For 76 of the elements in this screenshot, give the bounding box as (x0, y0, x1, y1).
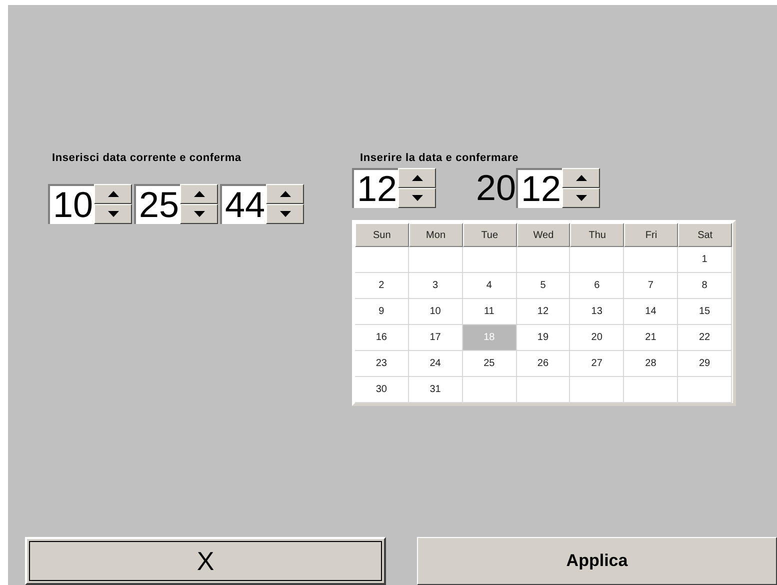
day-cell[interactable]: 1 (678, 247, 732, 273)
day-cell[interactable]: 15 (678, 299, 732, 325)
day-cell[interactable]: 24 (408, 351, 463, 377)
weekday-header: Mon (408, 223, 463, 247)
empty-day-cell (355, 247, 409, 273)
day-cell[interactable]: 9 (355, 299, 409, 325)
up-arrow-icon (412, 175, 422, 181)
down-arrow-icon (194, 211, 204, 217)
weekday-header: Thu (570, 223, 624, 247)
empty-day-cell (624, 247, 678, 273)
cancel-button[interactable]: X (25, 537, 386, 585)
down-arrow-icon (280, 211, 290, 217)
day-cell[interactable]: 2 (355, 273, 409, 299)
day-cell[interactable]: 7 (624, 273, 678, 299)
apply-button[interactable]: Applica (417, 537, 777, 585)
day-cell[interactable]: 29 (678, 351, 732, 377)
empty-day-cell (462, 247, 517, 273)
day-cell[interactable]: 5 (516, 273, 570, 299)
date-label: Inserire la data e confermare (360, 151, 520, 165)
up-arrow-icon (194, 191, 204, 197)
number-field[interactable]: 10 (48, 184, 94, 224)
day-cell[interactable]: 8 (678, 273, 732, 299)
weekday-header: Tue (462, 223, 517, 247)
weekday-header: Wed (516, 223, 570, 247)
year-field[interactable]: 12 (516, 168, 562, 208)
empty-day-cell (570, 247, 624, 273)
day-cell[interactable]: 25 (462, 351, 517, 377)
day-cell[interactable]: 20 (570, 325, 624, 351)
number-field[interactable]: 44 (220, 184, 266, 224)
day-cell[interactable]: 21 (624, 325, 678, 351)
spin-up-button[interactable] (562, 168, 600, 188)
empty-day-cell (624, 377, 678, 403)
month-field[interactable]: 12 (352, 168, 398, 208)
weekday-header: Sun (355, 223, 409, 247)
empty-day-cell (516, 247, 570, 273)
day-cell[interactable]: 3 (408, 273, 463, 299)
spin-up-button[interactable] (94, 184, 132, 204)
spin-down-button[interactable] (266, 204, 304, 224)
empty-day-cell (570, 377, 624, 403)
number-field[interactable]: 25 (134, 184, 180, 224)
empty-day-cell (516, 377, 570, 403)
day-cell[interactable]: 12 (516, 299, 570, 325)
down-arrow-icon (108, 211, 118, 217)
day-cell[interactable]: 23 (355, 351, 409, 377)
day-cell[interactable]: 10 (408, 299, 463, 325)
spin-up-button[interactable] (398, 168, 436, 188)
up-arrow-icon (108, 191, 118, 197)
time-label: Inserisci data corrente e conferma (52, 151, 242, 165)
weekday-header: Sat (678, 223, 732, 247)
day-cell[interactable]: 26 (516, 351, 570, 377)
spin-up-button[interactable] (266, 184, 304, 204)
up-arrow-icon (280, 191, 290, 197)
day-cell[interactable]: 19 (516, 325, 570, 351)
spin-down-button[interactable] (398, 188, 436, 208)
down-arrow-icon (576, 195, 587, 201)
day-cell[interactable]: 4 (462, 273, 517, 299)
day-cell[interactable]: 30 (355, 377, 409, 403)
day-cell[interactable]: 13 (570, 299, 624, 325)
spin-down-button[interactable] (180, 204, 218, 224)
empty-day-cell (462, 377, 517, 403)
day-cell[interactable]: 28 (624, 351, 678, 377)
empty-day-cell (678, 377, 732, 403)
day-cell[interactable]: 31 (408, 377, 463, 403)
day-cell[interactable]: 22 (678, 325, 732, 351)
down-arrow-icon (412, 195, 422, 201)
weekday-header: Fri (624, 223, 678, 247)
day-cell[interactable]: 14 (624, 299, 678, 325)
day-cell[interactable]: 6 (570, 273, 624, 299)
up-arrow-icon (576, 175, 587, 181)
spin-up-button[interactable] (180, 184, 218, 204)
day-cell[interactable]: 27 (570, 351, 624, 377)
day-cell[interactable]: 16 (355, 325, 409, 351)
spin-down-button[interactable] (562, 188, 600, 208)
spin-down-button[interactable] (94, 204, 132, 224)
year-prefix: 20 (476, 168, 516, 208)
empty-day-cell (408, 247, 463, 273)
